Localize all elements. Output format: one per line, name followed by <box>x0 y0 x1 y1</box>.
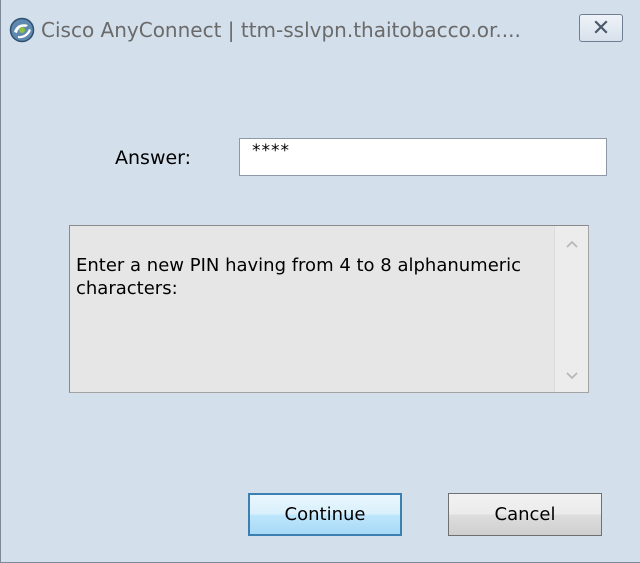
message-box: Enter a new PIN having from 4 to 8 alpha… <box>69 225 589 393</box>
vertical-scrollbar[interactable] <box>554 226 588 392</box>
continue-button[interactable]: Continue <box>248 493 402 536</box>
close-icon <box>592 19 610 38</box>
scroll-up-button[interactable] <box>555 226 588 260</box>
dialog-window: Cisco AnyConnect | ttm-sslvpn.thaitobacc… <box>0 0 640 563</box>
scroll-down-button[interactable] <box>555 358 588 392</box>
chevron-up-icon <box>565 234 579 253</box>
answer-label: Answer: <box>115 147 192 169</box>
chevron-down-icon <box>565 366 579 385</box>
answer-input[interactable] <box>239 138 607 176</box>
title-bar[interactable]: Cisco AnyConnect | ttm-sslvpn.thaitobacc… <box>1 0 640 56</box>
close-button[interactable] <box>579 14 623 42</box>
cancel-button[interactable]: Cancel <box>448 493 602 536</box>
window-title: Cisco AnyConnect | ttm-sslvpn.thaitobacc… <box>41 18 521 42</box>
message-text: Enter a new PIN having from 4 to 8 alpha… <box>76 255 522 299</box>
anyconnect-globe-icon <box>9 17 35 43</box>
